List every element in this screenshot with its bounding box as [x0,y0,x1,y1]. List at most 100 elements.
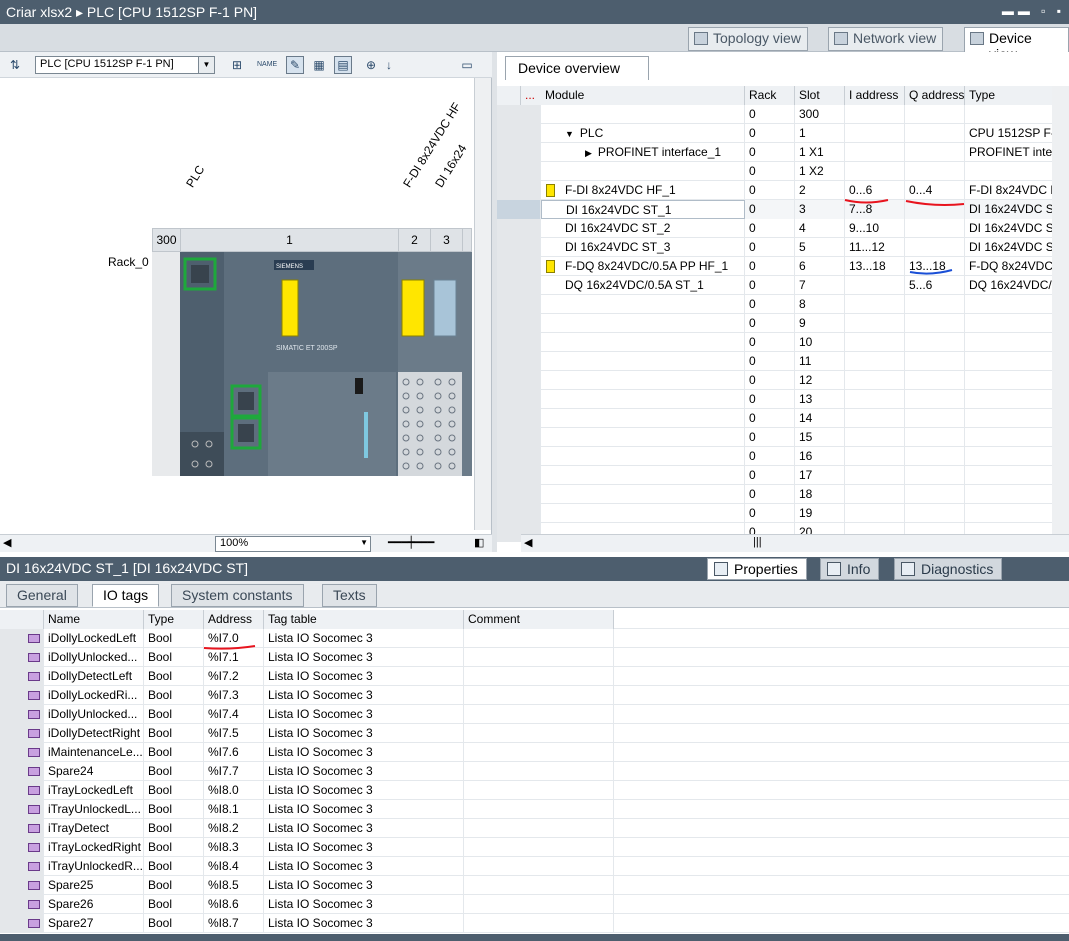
tag-type-cell[interactable]: Bool [144,838,204,857]
tag-comment-cell[interactable] [464,648,614,667]
tag-name-cell[interactable]: iTrayLockedLeft [44,781,144,800]
tag-name-cell[interactable]: Spare26 [44,895,144,914]
download-icon[interactable]: ↓ [380,56,398,74]
tag-row[interactable]: iDollyLockedLeft Bool %I7.0 Lista IO Socome… [0,629,1069,648]
overview-q-cell[interactable] [905,428,965,447]
tag-comment-cell[interactable] [464,819,614,838]
overview-row[interactable]: 0 18 [497,485,1069,504]
tag-address-cell[interactable]: %I8.2 [204,819,264,838]
overview-rack-cell[interactable]: 0 [745,219,795,238]
overview-row[interactable]: 0 19 [497,504,1069,523]
overview-q-cell[interactable] [905,371,965,390]
overview-rack-cell[interactable]: 0 [745,390,795,409]
module-cell[interactable]: DI 16x24VDC ST_3 [541,238,745,257]
overview-rack-cell[interactable]: 0 [745,295,795,314]
overview-i-cell[interactable] [845,124,905,143]
overview-slot-cell[interactable]: 300 [795,105,845,124]
module-cell[interactable] [541,485,745,504]
scroll-thumb[interactable]: ||| [753,536,762,548]
tag-row[interactable]: iDollyDetectRight Bool %I7.5 Lista IO Socom… [0,724,1069,743]
overview-rack-cell[interactable]: 0 [745,238,795,257]
overview-row[interactable]: 0 11 [497,352,1069,371]
overview-rack-cell[interactable]: 0 [745,352,795,371]
tag-row[interactable]: iMaintenanceLe... Bool %I7.6 Lista IO Socom… [0,743,1069,762]
overview-rack-cell[interactable]: 0 [745,447,795,466]
overview-horizontal-scrollbar[interactable]: ◀ ||| [521,534,1069,552]
overview-row[interactable]: F-DQ 8x24VDC/0.5A PP HF_1 0 6 13...18 13...1… [497,257,1069,276]
tag-address-cell[interactable]: %I8.4 [204,857,264,876]
module-cell[interactable] [541,447,745,466]
overview-row[interactable]: 0 12 [497,371,1069,390]
tag-table-cell[interactable]: Lista IO Socomec 3 [264,895,464,914]
tag-row[interactable]: iDollyUnlocked... Bool %I7.4 Lista IO Socom… [0,705,1069,724]
overview-row[interactable]: DQ 16x24VDC/0.5A ST_1 0 7 5...6 DQ 16x24VDC/… [497,276,1069,295]
network-overview-icon[interactable]: ⇅ [6,56,24,74]
tag-name-cell[interactable]: iDollyUnlocked... [44,648,144,667]
overview-rack-cell[interactable]: 0 [745,257,795,276]
tag-row[interactable]: iDollyLockedRi... Bool %I7.3 Lista IO Socom… [0,686,1069,705]
module-cell[interactable] [541,371,745,390]
overview-i-cell[interactable] [845,447,905,466]
overview-slot-cell[interactable]: 14 [795,409,845,428]
overview-i-cell[interactable] [845,504,905,523]
module-cell[interactable]: DI 16x24VDC ST_2 [541,219,745,238]
module-cell[interactable]: ▶ PROFINET interface_1 [541,143,745,162]
tag-table-cell[interactable]: Lista IO Socomec 3 [264,781,464,800]
overview-rack-cell[interactable]: 0 [745,371,795,390]
tag-comment-cell[interactable] [464,686,614,705]
tag-address-cell[interactable]: %I8.3 [204,838,264,857]
overview-row[interactable]: ▶ PROFINET interface_1 0 1 X1 PROFINET inter… [497,143,1069,162]
tag-type-cell[interactable]: Bool [144,724,204,743]
module-cell[interactable]: DI 16x24VDC ST_1 [541,200,745,219]
tag-address-cell[interactable]: %I7.3 [204,686,264,705]
module-cell[interactable] [541,504,745,523]
tag-type-cell[interactable]: Bool [144,800,204,819]
overview-row[interactable]: 01 X2 [497,162,1069,181]
overview-row[interactable]: 09 [497,314,1069,333]
overview-row[interactable]: ▼ PLC 0 1 CPU 1512SP F-1 ... [497,124,1069,143]
tab-device-view[interactable]: Device view [964,27,1069,62]
tag-type-cell[interactable]: Bool [144,819,204,838]
tag-row[interactable]: Spare24 Bool %I7.7 Lista IO Socomec 3 [0,762,1069,781]
tag-comment-cell[interactable] [464,667,614,686]
overview-q-cell[interactable] [905,105,965,124]
tags-col-header[interactable]: Tag table [264,610,464,629]
tag-type-cell[interactable]: Bool [144,781,204,800]
tag-address-cell[interactable]: %I7.2 [204,667,264,686]
overview-col-header[interactable] [497,86,521,105]
tag-name-cell[interactable]: iDollyDetectLeft [44,667,144,686]
tag-type-cell[interactable]: Bool [144,857,204,876]
zoom-select[interactable]: 100% ▼ [215,536,371,552]
overview-rack-cell[interactable]: 0 [745,504,795,523]
overview-rack-cell[interactable]: 0 [745,124,795,143]
overview-slot-cell[interactable]: 9 [795,314,845,333]
tag-table-cell[interactable]: Lista IO Socomec 3 [264,686,464,705]
module-cell[interactable] [541,295,745,314]
overview-q-cell[interactable]: 0...4 [905,181,965,200]
subtab-general[interactable]: General [6,584,78,607]
subtab-io-tags[interactable]: IO tags [92,584,160,607]
overview-q-cell[interactable] [905,162,965,181]
tag-name-cell[interactable]: Spare27 [44,914,144,933]
tag-name-cell[interactable]: iDollyLockedLeft [44,629,144,648]
tag-type-cell[interactable]: Bool [144,705,204,724]
overview-col-header[interactable]: Rack [745,86,795,105]
overview-row[interactable]: 0 14 [497,409,1069,428]
device-select[interactable]: PLC [CPU 1512SP F-1 PN] ▼ [35,56,215,74]
tag-name-cell[interactable]: iDollyLockedRi... [44,686,144,705]
tag-comment-cell[interactable] [464,743,614,762]
overview-rack-cell[interactable]: 0 [745,276,795,295]
overview-i-cell[interactable]: 0...6 [845,181,905,200]
module-cell[interactable] [541,105,745,124]
overview-i-cell[interactable]: 9...10 [845,219,905,238]
tag-type-cell[interactable]: Bool [144,667,204,686]
overview-q-cell[interactable]: 13...18 [905,257,965,276]
tag-row[interactable]: iTrayUnlockedR... Bool %I8.4 Lista IO Socom… [0,857,1069,876]
overview-i-cell[interactable]: 13...18 [845,257,905,276]
device-view-vertical-scrollbar[interactable] [474,78,491,530]
overview-i-cell[interactable] [845,105,905,124]
device-view-horizontal-scrollbar[interactable]: ◀ 100% ▼ ━━━┿━━━ ◧ [0,534,492,552]
tab-diagnostics[interactable]: Diagnostics [894,558,1003,580]
tag-table-cell[interactable]: Lista IO Socomec 3 [264,743,464,762]
overview-slot-cell[interactable]: 13 [795,390,845,409]
